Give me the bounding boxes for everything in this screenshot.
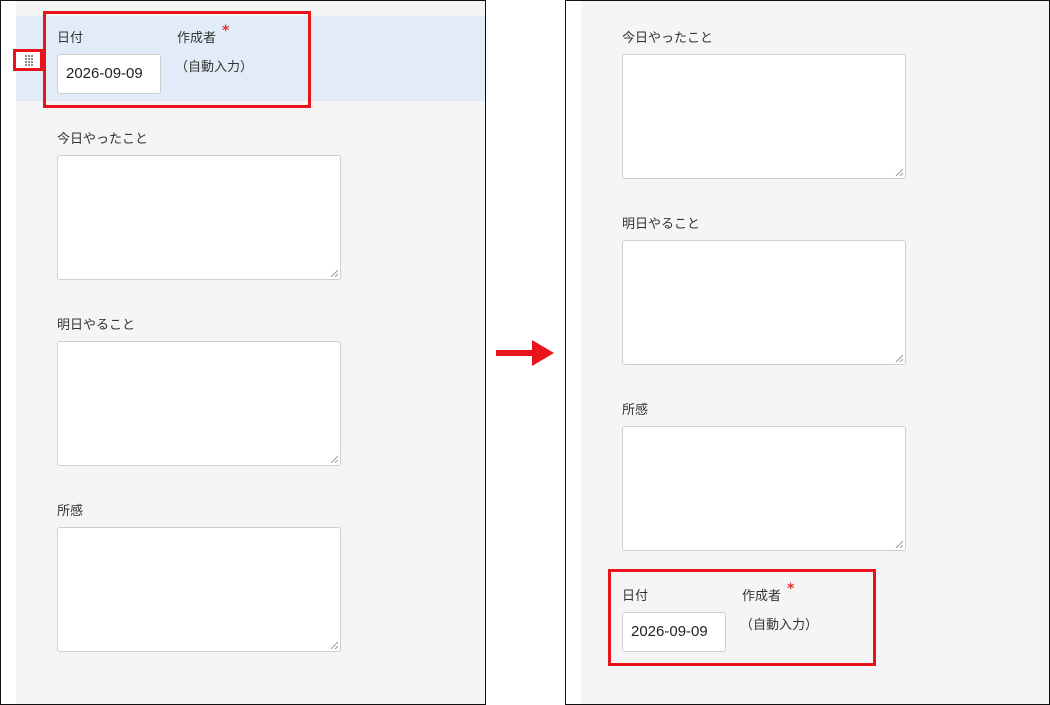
today-done-label: 今日やったこと (622, 31, 714, 46)
tomorrow-todo-label: 明日やること (57, 318, 136, 333)
arrow-right-icon (496, 340, 554, 366)
tomorrow-todo-label: 明日やること (622, 217, 701, 232)
form-panel-before: 日付 作成者 * 2026-09-09 （自動入力） 今日やったこと 明日やるこ… (0, 0, 486, 705)
impressions-label: 所感 (57, 504, 84, 519)
today-done-textarea[interactable] (57, 155, 341, 280)
impressions-label: 所感 (622, 403, 649, 418)
drag-handle-icon (25, 55, 34, 67)
today-done-label: 今日やったこと (57, 132, 149, 147)
impressions-textarea[interactable] (57, 527, 341, 652)
resize-grip-icon[interactable] (330, 641, 338, 649)
resize-grip-icon[interactable] (895, 354, 903, 362)
resize-grip-icon[interactable] (895, 168, 903, 176)
impressions-textarea[interactable] (622, 426, 906, 551)
resize-grip-icon[interactable] (330, 269, 338, 277)
tomorrow-todo-textarea[interactable] (57, 341, 341, 466)
drag-handle[interactable] (13, 49, 43, 71)
resize-grip-icon[interactable] (330, 455, 338, 463)
today-done-textarea[interactable] (622, 54, 906, 179)
resize-grip-icon[interactable] (895, 540, 903, 548)
form-panel-after: 今日やったこと 明日やること 所感 日付 作成者 * 2026-09-09 （自… (565, 0, 1050, 705)
highlight-box-header-row (43, 11, 311, 108)
highlight-box-header-row (608, 569, 876, 666)
tomorrow-todo-textarea[interactable] (622, 240, 906, 365)
